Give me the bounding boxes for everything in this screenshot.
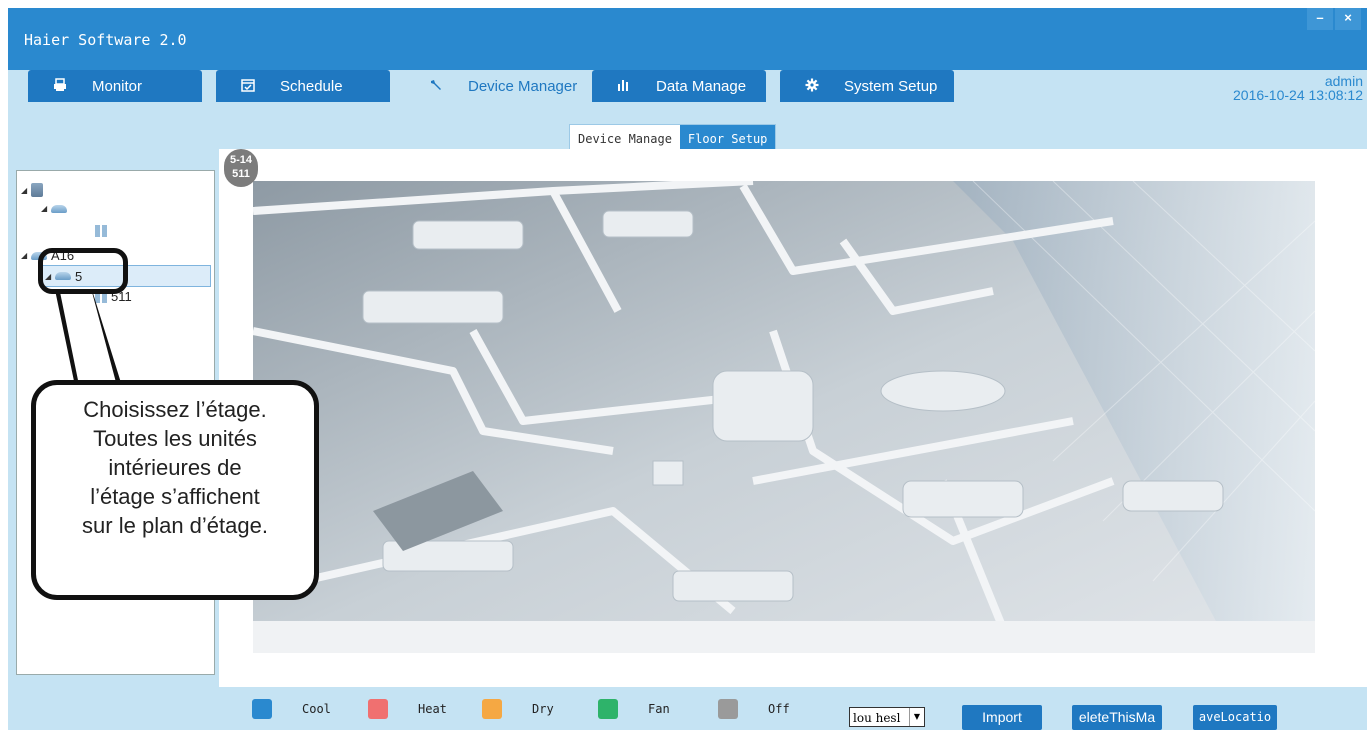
expand-arrow-icon[interactable]: ◢ (21, 251, 31, 260)
heat-swatch (368, 698, 388, 719)
tab-device-manager[interactable]: Device Manager (404, 70, 578, 102)
legend-label: Off (768, 701, 790, 716)
import-button[interactable]: Import (962, 705, 1042, 730)
floor-icon (51, 204, 67, 213)
dry-swatch (482, 698, 502, 719)
legend-label: Dry (532, 701, 554, 716)
tab-label: Data Manage (656, 77, 747, 95)
tab-label: Monitor (92, 77, 143, 95)
chevron-down-icon[interactable]: ▼ (909, 708, 924, 726)
window-controls: – × (1305, 8, 1361, 30)
floor-highlight-frame (38, 248, 128, 294)
indoor-unit-badge[interactable]: 5-14 511 (224, 149, 258, 187)
expand-arrow-icon[interactable]: ◢ (21, 186, 31, 195)
gear-icon (802, 78, 822, 95)
legend-label: Heat (418, 701, 447, 716)
tree-node-room-1[interactable] (95, 225, 111, 237)
username: admin (1324, 73, 1363, 89)
badge-line2: 511 (232, 168, 250, 180)
legend-label: Fan (648, 701, 670, 716)
tab-label: Device Manager (468, 77, 578, 95)
wrench-icon (426, 78, 446, 95)
callout-line: Toutes les unités (93, 426, 257, 451)
tree-node-floor-1[interactable]: ◢ (41, 204, 71, 213)
expand-arrow-icon[interactable]: ◢ (41, 204, 51, 213)
instruction-callout: Choisissez l’étage. Toutes les unités in… (31, 380, 319, 600)
save-location-button[interactable]: aveLocatio (1193, 705, 1277, 730)
delete-map-button[interactable]: eleteThisMa (1072, 705, 1162, 730)
bar-chart-icon (614, 78, 634, 95)
off-swatch (718, 698, 738, 719)
calendar-icon (238, 78, 258, 95)
floor-plan-image[interactable] (253, 181, 1315, 653)
legend-cool: Cool (252, 687, 331, 730)
floor-select[interactable]: lou hesl ▼ (849, 707, 925, 727)
legend-off: Off (718, 687, 790, 730)
datetime: 2016-10-24 13:08:12 (1233, 87, 1363, 103)
callout-line: Choisissez l’étage. (83, 397, 267, 422)
tab-schedule[interactable]: Schedule (216, 70, 390, 102)
legend-fan: Fan (598, 687, 670, 730)
room-icon (95, 225, 107, 237)
user-info: admin 2016-10-24 13:08:12 (1233, 74, 1363, 102)
badge-line1: 5-14 (229, 154, 253, 166)
callout-line: l’étage s’affichent (90, 484, 260, 509)
floor-select-value: lou hesl (853, 711, 901, 725)
legend-label: Cool (302, 701, 331, 716)
tab-system-setup[interactable]: System Setup (780, 70, 954, 102)
legend-bar: Cool Heat Dry Fan Off lou hesl ▼ Import … (219, 687, 1367, 730)
tab-label: System Setup (844, 77, 938, 95)
cool-swatch (252, 698, 272, 719)
printer-icon (50, 77, 70, 95)
app-title: Haier Software 2.0 (24, 31, 187, 49)
building-icon (31, 183, 43, 197)
tree-node-building-1[interactable]: ◢ (21, 183, 47, 197)
legend-heat: Heat (368, 687, 447, 730)
minimize-button[interactable]: – (1307, 8, 1333, 30)
floor-plan-panel: 5-14 511 (219, 149, 1367, 687)
callout-line: sur le plan d’étage. (82, 513, 268, 538)
legend-dry: Dry (482, 687, 554, 730)
app-window: Haier Software 2.0 – × Monitor Schedule … (8, 8, 1367, 730)
tab-data-manage[interactable]: Data Manage (592, 70, 766, 102)
fan-swatch (598, 698, 618, 719)
tab-label: Schedule (280, 77, 343, 95)
title-bar: Haier Software 2.0 – × (8, 8, 1367, 70)
tab-monitor[interactable]: Monitor (28, 70, 202, 102)
callout-line: intérieures de (108, 455, 242, 480)
close-button[interactable]: × (1335, 8, 1361, 30)
